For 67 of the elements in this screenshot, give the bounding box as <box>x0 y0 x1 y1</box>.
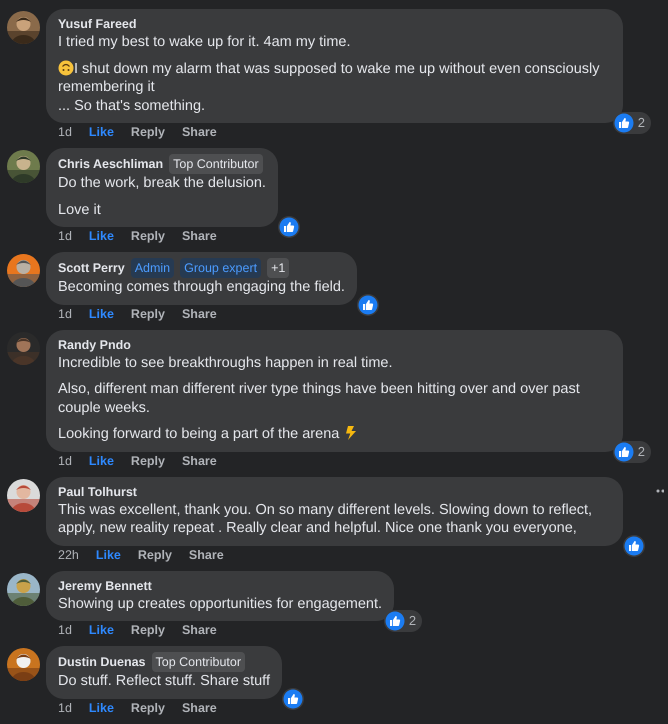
timestamp: 1d <box>58 454 72 468</box>
timestamp: 1d <box>58 229 72 244</box>
role-badge: Admin <box>130 258 174 278</box>
comment-text: Incredible to see breakthroughs happen in real time. <box>58 354 394 372</box>
action-link[interactable]: Share <box>182 306 217 322</box>
action-link[interactable]: Reply <box>130 623 165 638</box>
like-reaction-icon <box>614 442 634 462</box>
action-link[interactable]: Share <box>182 700 217 716</box>
timestamp: 1d <box>58 125 72 140</box>
like-link[interactable]: Like <box>88 229 114 244</box>
role-badge: Top Contributor <box>169 154 263 174</box>
action-link[interactable]: Reply <box>130 454 165 468</box>
action-link[interactable]: Share <box>182 454 217 468</box>
author-name[interactable]: Dustin Duenas <box>58 653 146 671</box>
more-options-icon[interactable] <box>656 488 664 492</box>
action-link[interactable]: Share <box>182 229 217 244</box>
author-name[interactable]: Yusuf Fareed <box>58 15 136 33</box>
like-reaction-icon <box>624 536 644 556</box>
action-link[interactable]: Reply <box>130 306 165 322</box>
comment-text: Also, different man different river type things have been hitting over and over past couple weeks. <box>58 380 581 417</box>
like-reaction-icon <box>278 217 299 237</box>
author-name[interactable]: Scott Perry <box>58 259 125 277</box>
like-reaction-icon <box>614 113 634 133</box>
comment-text: This was excellent, thank you. On so many different levels. Slowing down to reflect, apply, new reality repeat . Really clear and helpful. Nice one thank you everyone, <box>58 500 594 538</box>
like-link[interactable]: Like <box>88 306 114 322</box>
action-link[interactable]: Reply <box>130 229 165 244</box>
like-link[interactable]: Like <box>88 454 114 468</box>
role-badge: +1 <box>267 258 290 278</box>
action-link[interactable]: Share <box>182 125 217 140</box>
action-link[interactable]: Reply <box>130 125 165 140</box>
reaction-count[interactable]: 2 <box>612 112 651 134</box>
upside-down-smiley-icon <box>58 60 74 76</box>
like-link[interactable]: Like <box>88 700 114 716</box>
comment-text: I tried my best to wake up for it. 4am my time. <box>58 33 352 52</box>
role-badge: Group expert <box>180 258 262 278</box>
comment-text: Love it <box>58 200 102 219</box>
action-link[interactable]: Reply <box>130 700 165 716</box>
timestamp: 1d <box>58 700 72 716</box>
reaction-count[interactable] <box>623 534 645 556</box>
comment-text: Looking forward to being a part of the arena <box>58 425 611 444</box>
comment-text: I shut down my alarm that was supposed to wake me up without even consciously remembering it ... So that's something. <box>58 60 600 115</box>
author-name[interactable]: Paul Tolhurst <box>58 482 137 500</box>
action-link[interactable]: Share <box>182 623 217 638</box>
like-reaction-icon <box>282 688 303 708</box>
timestamp: 1d <box>58 623 72 638</box>
reaction-count[interactable]: 2 <box>612 440 651 462</box>
comment-text: Showing up creates opportunities for engagement. <box>58 594 382 613</box>
comment-text: Do the work, break the delusion. <box>58 174 266 192</box>
like-reaction-icon <box>384 611 405 631</box>
author-name[interactable]: Randy Pndo <box>58 336 131 354</box>
role-badge: Top Contributor <box>152 652 245 672</box>
timestamp: 1d <box>58 306 72 322</box>
author-name[interactable]: Chris Aeschliman <box>58 155 164 173</box>
like-reaction-icon <box>358 294 378 314</box>
action-link[interactable]: Share <box>188 548 224 562</box>
reaction-count[interactable] <box>356 294 379 316</box>
author-name[interactable]: Jeremy Bennett <box>58 576 152 594</box>
comment-text: Do stuff. Reflect stuff. Share stuff <box>58 672 270 690</box>
like-link[interactable]: Like <box>88 623 114 638</box>
comment-text: Becoming comes through engaging the field. <box>58 278 345 296</box>
like-link[interactable]: Like <box>96 548 121 562</box>
timestamp: 22h <box>58 548 79 562</box>
reaction-count[interactable] <box>278 216 300 238</box>
reaction-count[interactable] <box>282 688 304 710</box>
like-link[interactable]: Like <box>88 125 114 140</box>
action-link[interactable]: Reply <box>138 548 172 562</box>
reaction-count[interactable]: 2 <box>384 610 422 632</box>
